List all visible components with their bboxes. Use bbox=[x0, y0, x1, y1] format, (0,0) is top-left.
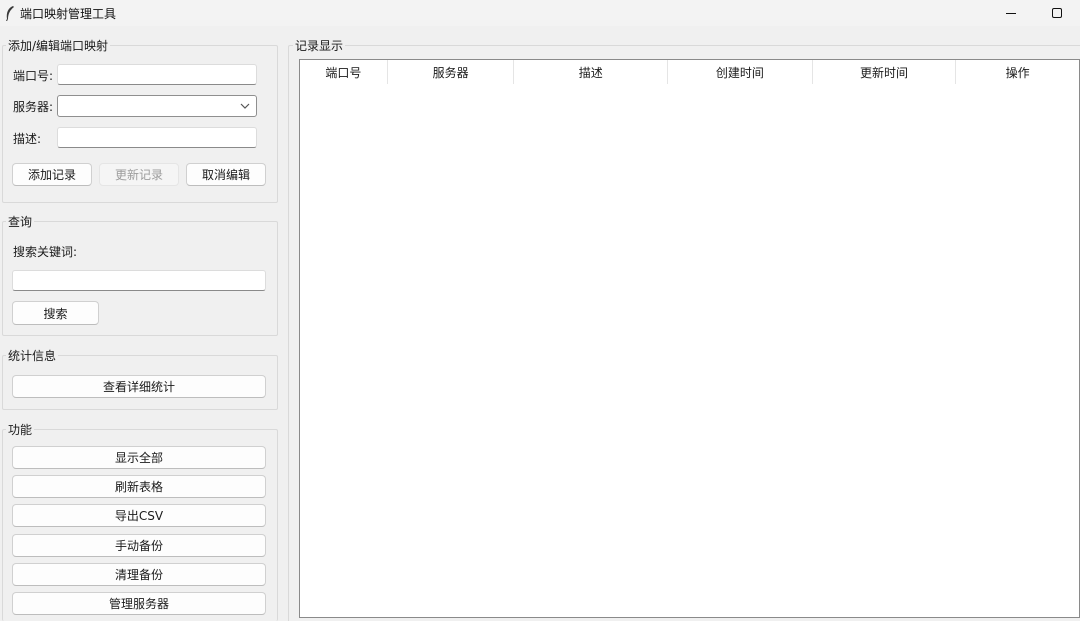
chevron-down-icon bbox=[240, 103, 250, 109]
clean-backup-button[interactable]: 清理备份 bbox=[12, 563, 266, 586]
add-record-button[interactable]: 添加记录 bbox=[12, 163, 92, 186]
add-edit-group-title: 添加/编辑端口映射 bbox=[6, 37, 111, 54]
functions-group-title: 功能 bbox=[6, 421, 35, 438]
view-stats-button[interactable]: 查看详细统计 bbox=[12, 375, 266, 398]
port-label: 端口号: bbox=[13, 69, 54, 83]
desc-label: 描述: bbox=[13, 132, 42, 146]
column-header-created-time[interactable]: 创建时间 bbox=[668, 60, 813, 84]
column-header-actions[interactable]: 操作 bbox=[956, 60, 1079, 84]
update-record-button[interactable]: 更新记录 bbox=[99, 163, 179, 186]
records-table[interactable]: 端口号 服务器 描述 创建时间 更新时间 操作 bbox=[299, 59, 1080, 618]
cancel-edit-button[interactable]: 取消编辑 bbox=[186, 163, 266, 186]
column-header-server[interactable]: 服务器 bbox=[387, 60, 515, 84]
server-select[interactable] bbox=[57, 95, 257, 117]
feather-icon bbox=[0, 0, 20, 26]
desc-input[interactable] bbox=[57, 127, 257, 148]
minimize-button[interactable] bbox=[988, 0, 1034, 26]
column-header-description[interactable]: 描述 bbox=[514, 60, 669, 84]
column-header-updated-time[interactable]: 更新时间 bbox=[812, 60, 957, 84]
port-input[interactable] bbox=[57, 64, 257, 85]
records-group-title: 记录显示 bbox=[293, 37, 346, 54]
manual-backup-button[interactable]: 手动备份 bbox=[12, 534, 266, 557]
stats-group-title: 统计信息 bbox=[6, 347, 59, 364]
show-all-button[interactable]: 显示全部 bbox=[12, 446, 266, 469]
export-csv-button[interactable]: 导出CSV bbox=[12, 504, 266, 527]
server-label: 服务器: bbox=[13, 100, 54, 114]
minimize-icon bbox=[1006, 13, 1016, 14]
manage-servers-button[interactable]: 管理服务器 bbox=[12, 592, 266, 615]
maximize-icon bbox=[1052, 8, 1062, 18]
title-bar: 端口映射管理工具 bbox=[0, 0, 1080, 26]
window-title: 端口映射管理工具 bbox=[20, 6, 117, 21]
refresh-table-button[interactable]: 刷新表格 bbox=[12, 475, 266, 498]
search-button[interactable]: 搜索 bbox=[12, 301, 99, 325]
maximize-button[interactable] bbox=[1034, 0, 1080, 26]
search-input[interactable] bbox=[12, 270, 266, 291]
column-header-port[interactable]: 端口号 bbox=[300, 60, 388, 84]
table-header: 端口号 服务器 描述 创建时间 更新时间 操作 bbox=[300, 60, 1079, 84]
query-group-title: 查询 bbox=[6, 213, 35, 230]
keyword-label: 搜索关键词: bbox=[13, 245, 78, 259]
